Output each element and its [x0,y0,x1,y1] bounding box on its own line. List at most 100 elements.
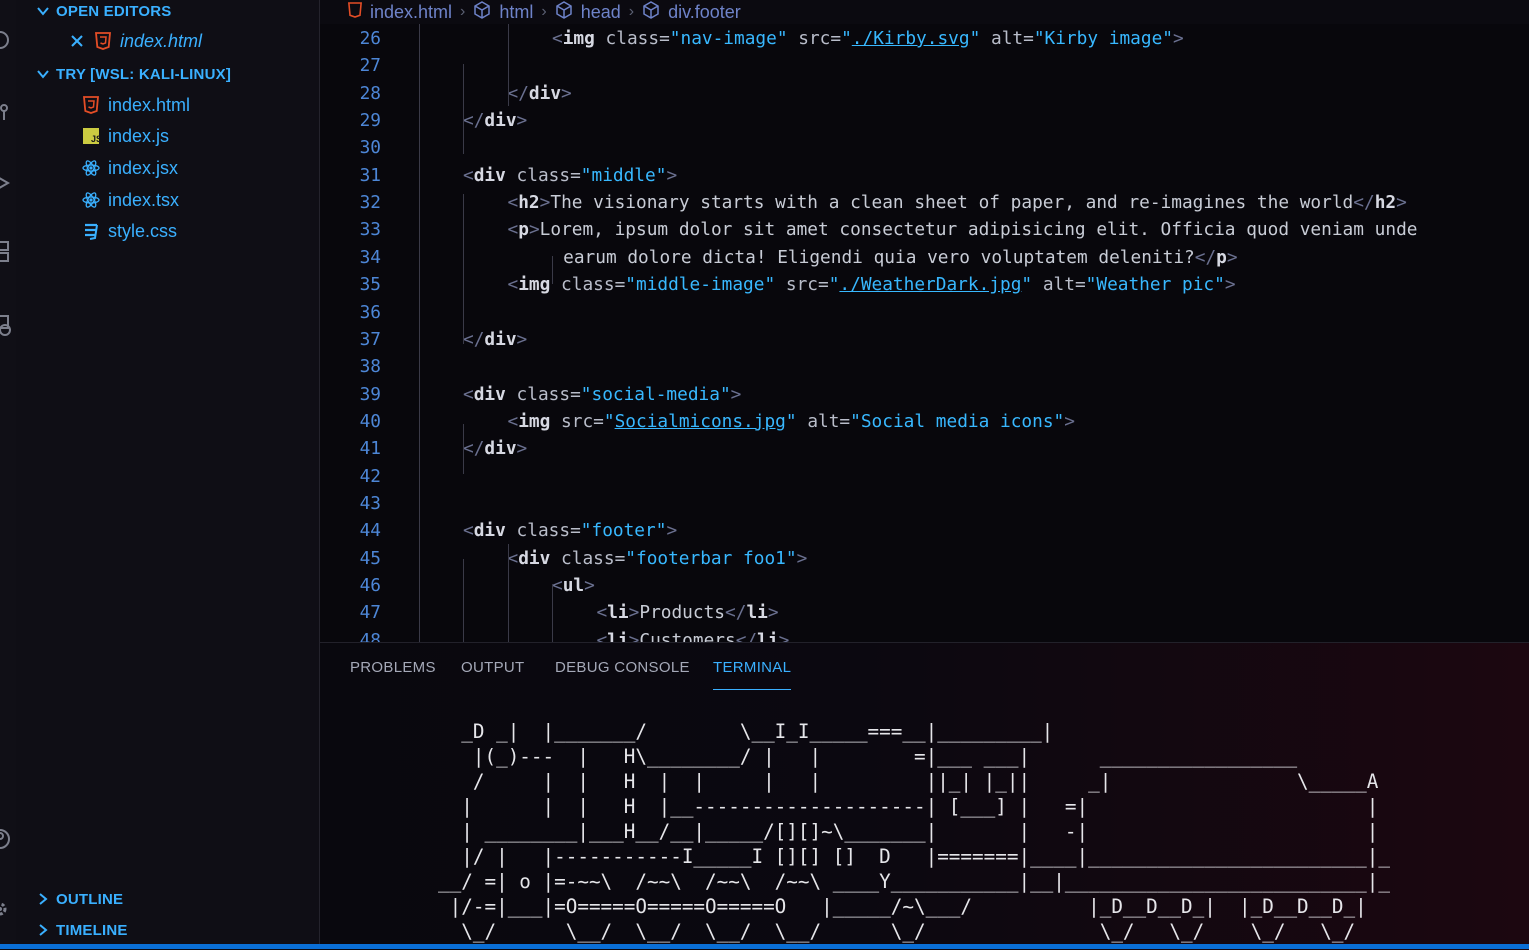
timeline-title: TIMELINE [56,921,128,939]
line-number: 26 [359,28,381,49]
terminal-line: | ________|___H__/__|_____/[][]~\_______… [380,820,1379,843]
explorer-sidebar: OPEN EDITORS index.html TRY [WSL: KALI-L… [16,0,320,949]
code-line[interactable]: 40 <img src="Socialmicons.jpg" alt="Socia… [320,408,1529,435]
chevron-right-icon [36,923,50,937]
code-text: <div class="footer"> [463,520,678,542]
workspace-header[interactable]: TRY [WSL: KALI-LINUX] [36,63,231,85]
code-line[interactable]: 45 <div class="footerbar foo1"> [320,545,1529,572]
chevron-right-icon: › [541,3,547,20]
file-name: style.css [108,220,178,241]
breadcrumb-html[interactable]: html [499,2,533,23]
indent-guide [463,194,464,344]
bottom-panel: PROBLEMS OUTPUT DEBUG CONSOLE TERMINAL _… [320,642,1529,950]
terminal-line: | | | H |__--------------------| [___] |… [380,795,1379,818]
activity-bar [0,0,16,949]
file-item-index-tsx[interactable]: index.tsx [82,187,179,213]
line-number: 44 [359,520,381,542]
code-line[interactable]: 35 <img class="middle-image" src="./Weath… [320,271,1529,298]
search-icon[interactable] [0,30,12,52]
code-text: <img class="nav-image" src="./Kirby.svg"… [552,28,1184,49]
code-line[interactable]: 39 <div class="social-media"> [320,381,1529,408]
code-text: <div class="social-media"> [463,383,742,405]
line-number: 47 [359,602,381,624]
cube-icon [555,0,573,24]
code-editor[interactable]: 26 <img class="nav-image" src="./Kirby.sv… [320,24,1529,642]
code-line[interactable]: 29 </div> [320,107,1529,134]
extensions-icon[interactable] [0,240,12,262]
code-text: <div class="footerbar foo1"> [507,547,808,569]
tab-terminal[interactable]: TERMINAL [713,659,792,690]
terminal-line: \_/ \__/ \__/ \__/ \__/ \_/ \_/ \_/ \_/ … [380,920,1356,943]
outline-header[interactable]: OUTLINE [36,888,123,910]
react-icon [82,159,100,177]
open-editors-title: OPEN EDITORS [56,2,172,20]
cube-icon [473,0,491,24]
code-text: <div class="middle"> [463,164,678,186]
line-number: 41 [359,438,381,460]
file-item-index-jsx[interactable]: index.jsx [82,155,178,181]
tab-debug-console[interactable]: DEBUG CONSOLE [555,659,690,689]
line-number: 43 [359,492,381,514]
file-name: index.html [108,94,191,115]
code-line[interactable]: 36 [320,299,1529,326]
breadcrumb-head[interactable]: head [581,2,621,23]
terminal-line: |/-=|___|=O=====O=====O=====O |_____/~\_… [380,895,1367,918]
file-item-index-js[interactable]: JS index.js [82,123,169,149]
settings-gear-icon[interactable] [0,898,12,920]
code-line[interactable]: 27 [320,52,1529,79]
html5-icon [82,96,100,114]
file-item-style-css[interactable]: style.css [82,218,177,244]
chevron-down-icon [36,4,50,18]
account-icon[interactable] [0,828,12,850]
line-number: 36 [359,301,381,323]
code-line[interactable]: 41 </div> [320,435,1529,462]
code-line[interactable]: 37 </div> [320,326,1529,353]
code-text: <li>Customers</li> [596,629,790,642]
code-line[interactable]: 42 [320,463,1529,490]
breadcrumb-footer[interactable]: div.footer [668,2,741,23]
indent-guide [463,559,464,642]
code-line[interactable]: 44 <div class="footer"> [320,517,1529,544]
close-icon[interactable] [68,32,86,50]
file-name: index.jsx [108,157,179,178]
timeline-header[interactable]: TIMELINE [36,919,128,941]
file-item-index-html[interactable]: index.html [82,92,190,118]
line-number: 48 [359,629,381,642]
open-editor-item[interactable]: index.html [68,28,202,54]
chevron-right-icon [36,892,50,906]
line-number: 27 [359,55,381,77]
line-number: 31 [359,164,381,186]
tab-problems[interactable]: PROBLEMS [350,659,436,689]
code-line[interactable]: 26 <img class="nav-image" src="./Kirby.sv… [320,25,1529,52]
tab-output[interactable]: OUTPUT [461,659,524,689]
code-line[interactable]: 32 <h2>The visionary starts with a clean … [320,189,1529,216]
chevron-right-icon: › [628,3,635,20]
code-line[interactable]: 30 [320,134,1529,161]
run-debug-icon[interactable] [0,172,12,194]
source-control-icon[interactable] [0,100,12,122]
line-number: 35 [359,274,381,296]
code-line[interactable]: 43 [320,490,1529,517]
line-number: 46 [359,575,381,596]
code-text: <ul> [552,575,595,596]
breadcrumb-file[interactable]: index.html [370,2,452,23]
code-line[interactable]: 48 <li>Customers</li> [320,627,1529,642]
code-line[interactable]: 33 <p>Lorem, ipsum dolor sit amet consect… [320,216,1529,243]
workspace-title: TRY [WSL: KALI-LINUX] [56,65,232,83]
code-line[interactable]: 31 <div class="middle"> [320,162,1529,189]
line-number: 34 [359,246,381,268]
code-line[interactable]: 34 earum dolore dicta! Eligendi quia vero… [320,244,1529,271]
indent-guide [508,544,509,642]
code-line[interactable]: 47 <li>Products</li> [320,599,1529,626]
html5-icon [94,32,112,50]
line-number: 37 [359,328,381,350]
indent-guide [508,24,509,106]
html5-icon [348,1,362,23]
chevron-down-icon [36,67,50,81]
code-line[interactable]: 28 </div> [320,80,1529,107]
code-line[interactable]: 46 <ul> [320,572,1529,599]
remote-explorer-icon[interactable] [0,314,12,336]
open-editors-header[interactable]: OPEN EDITORS [36,0,171,22]
code-line[interactable]: 38 [320,353,1529,380]
code-text: </div> [463,110,528,132]
